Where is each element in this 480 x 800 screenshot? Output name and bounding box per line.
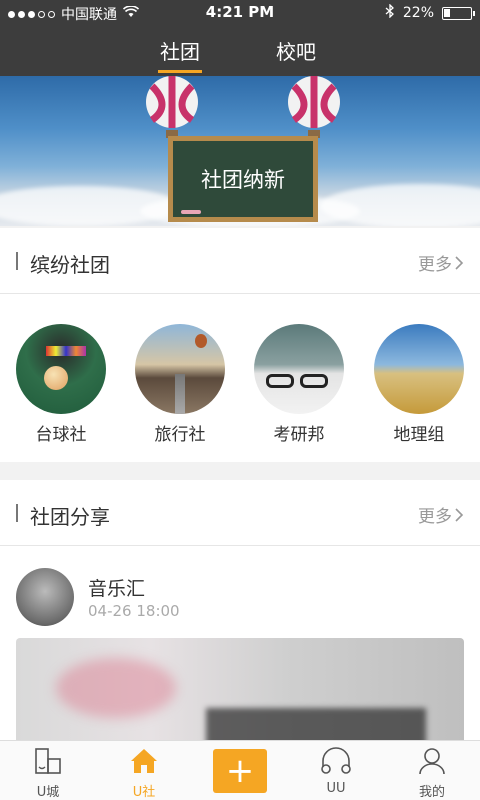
user-icon	[419, 748, 445, 775]
chalkboard: 社团纳新	[168, 136, 318, 222]
add-button[interactable]: +	[213, 749, 267, 793]
section-title: 社团分享	[30, 505, 110, 529]
chevron-right-icon	[455, 507, 464, 522]
club-item[interactable]: 考研邦	[254, 324, 344, 445]
app-header: 中国联通 4:21 PM 22% 社团 校吧	[0, 0, 480, 76]
clubs-section: 缤纷社团 更多 台球社 旅行社 考研邦 地理组	[0, 228, 480, 462]
bottom-nav: U城 U社 + UU 我的	[0, 740, 480, 800]
tab-clubs[interactable]: 社团	[158, 36, 202, 73]
nav-label: U城	[36, 785, 60, 800]
battery-icon	[442, 6, 475, 20]
club-name: 考研邦	[273, 425, 325, 445]
nav-label: 我的	[418, 785, 445, 800]
battery-percent: 22%	[402, 5, 434, 21]
section-header: 社团分享 更多	[0, 480, 480, 546]
more-link[interactable]: 更多	[418, 502, 464, 527]
bluetooth-icon	[385, 3, 395, 22]
club-avatar	[16, 324, 106, 414]
club-item[interactable]: 旅行社	[135, 324, 225, 445]
club-name: 旅行社	[154, 425, 206, 445]
more-link[interactable]: 更多	[418, 250, 464, 275]
section-title: 缤纷社团	[30, 253, 110, 277]
share-section: 社团分享 更多 音乐汇 04-26 18:00	[0, 480, 480, 748]
club-name: 地理组	[393, 425, 445, 445]
nav-ucity[interactable]: U城	[8, 747, 88, 800]
balloon-icon	[288, 76, 340, 138]
post-image[interactable]	[16, 638, 464, 748]
top-tabs: 社团 校吧	[0, 36, 480, 76]
post-timestamp: 04-26 18:00	[88, 602, 180, 620]
home-icon	[131, 749, 157, 773]
balloon-icon	[146, 76, 198, 138]
club-avatar	[374, 324, 464, 414]
post-author: 音乐汇	[88, 578, 146, 600]
club-item[interactable]: 地理组	[374, 324, 464, 445]
club-item[interactable]: 台球社	[16, 324, 106, 445]
city-icon	[35, 748, 61, 774]
club-avatar	[254, 324, 344, 414]
recruitment-banner[interactable]: 社团纳新	[0, 76, 480, 226]
banner-text: 社团纳新	[201, 168, 285, 192]
club-avatar	[135, 324, 225, 414]
chevron-right-icon	[455, 255, 464, 270]
tab-campus-bar[interactable]: 校吧	[276, 36, 316, 65]
nav-uclub[interactable]: U社	[104, 747, 184, 800]
club-name: 台球社	[35, 425, 87, 445]
headphones-icon	[321, 747, 351, 774]
avatar	[16, 568, 74, 626]
nav-label: U社	[132, 785, 156, 800]
nav-uu[interactable]: UU	[296, 747, 376, 796]
nav-mine[interactable]: 我的	[392, 747, 472, 800]
nav-label: UU	[326, 781, 346, 796]
status-bar: 中国联通 4:21 PM 22%	[0, 0, 480, 26]
section-header: 缤纷社团 更多	[0, 228, 480, 294]
